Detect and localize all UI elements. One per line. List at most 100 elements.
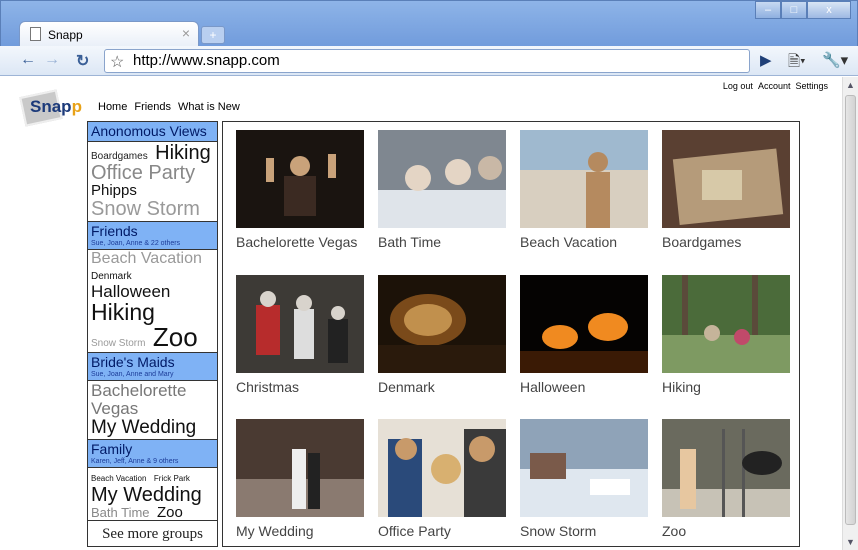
browser-tab[interactable]: Snapp × [19,21,199,47]
photo-caption[interactable]: Snow Storm [520,523,655,539]
browser-toolbar: ← → ↻ ☆ http://www.snapp.com ▶ 🗎▾ 🔧▾ [0,46,858,76]
photo-caption[interactable]: My Wedding [236,523,371,539]
photo-thumbnail[interactable] [662,419,790,517]
group-header[interactable]: Anonomous Views [88,122,217,142]
photo-thumbnail[interactable] [236,419,364,517]
group-title[interactable]: Friends [91,223,214,240]
photo-thumbnail[interactable] [236,130,364,228]
tag-link[interactable]: Bath Time [91,506,150,519]
close-window-button[interactable]: x [807,1,851,19]
forward-arrow-icon[interactable]: → [44,51,60,69]
scroll-down-icon[interactable]: ▼ [846,537,855,547]
tag-link[interactable]: Bachelorette [91,382,186,399]
tag-link[interactable]: Snow Storm [91,339,145,349]
snapp-logo[interactable]: Snapp [19,89,84,127]
tag-link[interactable]: Zoo [157,505,183,520]
tag-link[interactable]: Frick Park [154,475,190,483]
photo-caption[interactable]: Zoo [662,523,797,539]
tag-link[interactable]: Beach Vacation [91,475,146,483]
reload-icon[interactable]: ↻ [76,51,89,71]
photo-tile[interactable]: Bath Time [378,130,513,250]
group-title[interactable]: Bride's Maids [91,354,214,371]
photo-gallery: Bachelorette Vegas Bath Time Beach Vacatio… [222,121,800,547]
photo-tile[interactable]: Bachelorette Vegas [236,130,371,250]
tag-link[interactable]: Hiking [91,301,155,324]
group-title[interactable]: Family [91,441,214,458]
go-arrow-icon[interactable]: ▶ [760,51,772,69]
tag-link[interactable]: Denmark [91,272,132,282]
tag-link[interactable]: Office Party [91,163,195,183]
photo-tile[interactable]: Halloween [520,275,655,395]
nav-whats-new-link[interactable]: What is New [178,101,240,113]
tag-link[interactable]: Halloween [91,283,170,300]
nav-home-link[interactable]: Home [98,101,127,113]
bookmark-star-icon[interactable]: ☆ [110,52,124,72]
photo-thumbnail[interactable] [520,419,648,517]
tag-link[interactable]: Boardgames [91,152,148,162]
photo-tile[interactable]: My Wedding [236,419,371,539]
tag-link[interactable]: My Wedding [91,418,196,437]
photo-thumbnail[interactable] [378,275,506,373]
tab-close-icon[interactable]: × [182,25,190,41]
account-link[interactable]: Account [758,81,791,91]
window-controls: – □ x [755,1,851,21]
main-nav: Home Friends What is New [98,101,240,113]
tag-link[interactable]: Vegas [91,400,138,417]
photo-caption[interactable]: Beach Vacation [520,234,655,250]
photo-tile[interactable]: Boardgames [662,130,797,250]
photo-tile[interactable]: Beach Vacation [520,130,655,250]
photo-tile[interactable]: Hiking [662,275,797,395]
tag-link[interactable]: My Wedding [91,485,202,505]
group-header[interactable]: Friends Sue, Joan, Anne & 22 others [88,221,217,250]
photo-tile[interactable]: Snow Storm [520,419,655,539]
photo-thumbnail[interactable] [378,419,506,517]
url-text[interactable]: http://www.snapp.com [133,52,280,69]
tag-link[interactable]: Phipps [91,183,137,198]
back-arrow-icon[interactable]: ← [20,51,36,69]
minimize-button[interactable]: – [755,1,781,19]
tag-link[interactable]: Beach Vacation [91,251,202,267]
photo-caption[interactable]: Office Party [378,523,513,539]
photo-caption[interactable]: Christmas [236,379,371,395]
photo-thumbnail[interactable] [662,130,790,228]
see-more-groups-link[interactable]: See more groups [88,520,217,546]
photo-tile[interactable]: Christmas [236,275,371,395]
tag-cloud: Beach Vacation Frick Park My Wedding Bat… [88,468,217,523]
page-scrollbar[interactable]: ▲ ▼ [842,77,858,550]
address-bar[interactable]: ☆ http://www.snapp.com [104,49,750,73]
photo-caption[interactable]: Halloween [520,379,655,395]
group-members: Karen, Jeff, Anne & 9 others [91,458,179,465]
photo-thumbnail[interactable] [520,275,648,373]
group-header[interactable]: Family Karen, Jeff, Anne & 9 others [88,439,217,468]
photo-tile[interactable]: Office Party [378,419,513,539]
photo-tile[interactable]: Denmark [378,275,513,395]
photo-thumbnail[interactable] [520,130,648,228]
group-members: Sue, Joan, Anne & 22 others [91,240,181,247]
maximize-button[interactable]: □ [781,1,807,19]
photo-tile[interactable]: Zoo [662,419,797,539]
logout-link[interactable]: Log out [723,81,753,91]
tag-link[interactable]: Zoo [153,324,198,350]
wrench-menu-icon[interactable]: 🔧▾ [822,51,848,69]
photo-thumbnail[interactable] [236,275,364,373]
photo-caption[interactable]: Hiking [662,379,797,395]
photo-caption[interactable]: Bachelorette Vegas [236,234,371,250]
page-content: Snapp Home Friends What is New Log out A… [0,77,842,550]
page-menu-icon[interactable]: 🗎▾ [788,51,806,76]
photo-thumbnail[interactable] [378,130,506,228]
photo-caption[interactable]: Boardgames [662,234,797,250]
browser-titlebar: Snapp × + – □ x [0,0,858,50]
tag-link[interactable]: Snow Storm [91,199,200,219]
photo-thumbnail[interactable] [662,275,790,373]
photo-caption[interactable]: Bath Time [378,234,513,250]
photo-caption[interactable]: Denmark [378,379,513,395]
group-header[interactable]: Bride's Maids Sue, Joan, Anne and Mary [88,352,217,381]
nav-friends-link[interactable]: Friends [134,101,171,113]
new-tab-button[interactable]: + [201,26,225,44]
scroll-up-icon[interactable]: ▲ [846,80,855,90]
tag-cloud: Bachelorette Vegas My Wedding [88,381,217,439]
group-title[interactable]: Anonomous Views [91,123,214,140]
tag-link[interactable]: Hiking [155,143,211,163]
scrollbar-thumb[interactable] [845,95,856,525]
settings-link[interactable]: Settings [795,81,828,91]
